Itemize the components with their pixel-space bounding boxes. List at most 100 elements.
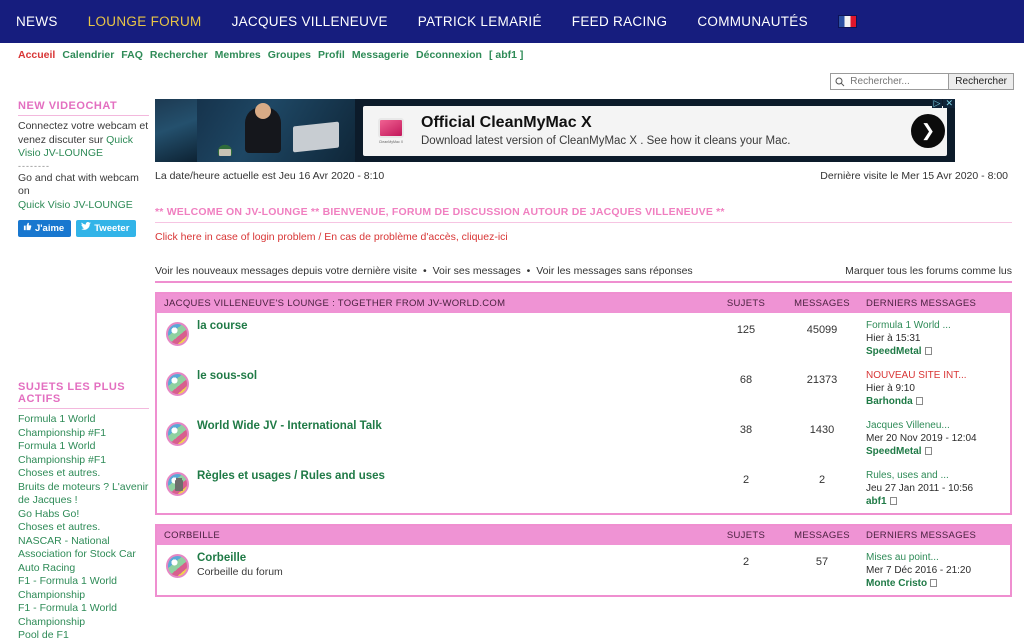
mark-all-read-link[interactable]: Marquer tous les forums comme lus — [845, 265, 1012, 277]
last-message-author-link[interactable]: abf1 — [866, 496, 887, 507]
active-topic-link[interactable]: Choses et autres. — [18, 521, 149, 535]
last-message-date: Jeu 27 Jan 2011 - 10:56 — [866, 483, 974, 494]
topnav-item-feed-racing[interactable]: FEED RACING — [572, 14, 668, 29]
last-message-author-link[interactable]: SpeedMetal — [866, 446, 922, 457]
forum-subject-count: 38 — [739, 424, 753, 436]
forum-subject-count: 2 — [742, 474, 750, 486]
forum-row-title-cell: le sous-sol — [197, 369, 706, 382]
forum-row-title-cell: Corbeille Corbeille du forum — [197, 551, 706, 578]
forum-last-message-cell: Mises au point... Mer 7 Déc 2016 - 21:20 M… — [858, 551, 1010, 590]
topnav-item-lounge-forum[interactable]: LOUNGE FORUM — [88, 14, 202, 29]
search-input[interactable] — [848, 74, 949, 89]
subnav-item-rechercher[interactable]: Rechercher — [150, 49, 208, 61]
forum-row-title-cell: la course — [197, 319, 706, 332]
last-message-topic-link[interactable]: Rules, uses and ... — [866, 469, 1010, 482]
forum-globe-icon — [165, 372, 189, 396]
forum-globe-icon — [165, 422, 189, 446]
forum-row-icon-cell — [157, 369, 197, 396]
adchoices-icon[interactable]: ▷ — [931, 99, 943, 108]
goto-last-post-icon[interactable] — [889, 497, 897, 505]
forum-name-link[interactable]: la course — [197, 320, 248, 332]
last-message-author-link[interactable]: SpeedMetal — [866, 346, 922, 357]
quick-visio-link-2[interactable]: Quick Visio JV-LOUNGE — [18, 199, 133, 211]
column-header-messages: MESSAGES — [794, 530, 850, 541]
subnav-item-calendrier[interactable]: Calendrier — [62, 49, 114, 61]
login-problem-link[interactable]: Click here in case of login problem / En… — [155, 231, 508, 243]
last-message-topic-link[interactable]: Jacques Villeneu... — [866, 419, 1010, 432]
forum-globe-icon — [165, 322, 189, 346]
facebook-like-button[interactable]: J'aime — [18, 220, 72, 237]
forum-name-link[interactable]: le sous-sol — [197, 370, 257, 382]
flag-france-icon[interactable] — [837, 15, 857, 28]
goto-last-post-icon[interactable] — [915, 397, 923, 405]
new-messages-link[interactable]: Voir les nouveaux messages depuis votre … — [155, 265, 417, 277]
twitter-share-button[interactable]: Tweeter — [76, 220, 137, 237]
ad-body[interactable]: CleanMyMac X Official CleanMyMac X Downl… — [363, 105, 947, 156]
subnav-item-groupes[interactable]: Groupes — [268, 49, 311, 61]
subnav-item-d-connexion[interactable]: Déconnexion — [416, 49, 482, 61]
laptop-icon — [293, 121, 339, 153]
forum-row[interactable]: le sous-sol 68 21373 NOUVEAU SITE INT... Hie… — [157, 363, 1010, 413]
subnav-item-accueil[interactable]: Accueil — [18, 49, 55, 61]
goto-last-post-icon[interactable] — [930, 579, 938, 587]
forum-last-message-cell: Rules, uses and ... Jeu 27 Jan 2011 - 10:… — [858, 469, 1010, 508]
topnav-item-communaut-s[interactable]: COMMUNAUTÉS — [697, 14, 808, 29]
active-topic-link[interactable]: F1 - Formula 1 World Championship — [18, 602, 149, 629]
last-message-topic-link[interactable]: Formula 1 World ... — [866, 319, 1010, 332]
active-topic-link[interactable]: Formula 1 World Championship #F1 — [18, 413, 149, 440]
subnav-item-faq[interactable]: FAQ — [121, 49, 143, 61]
ad-description: Download latest version of CleanMyMac X … — [421, 135, 791, 147]
active-topics-heading: SUJETS LES PLUS ACTIFS — [18, 381, 149, 409]
forum-name-link[interactable]: Règles et usages / Rules and uses — [197, 470, 385, 482]
topnav-item-patrick-lemari[interactable]: PATRICK LEMARIÉ — [418, 14, 542, 29]
topnav-item-jacques-villeneuve[interactable]: JACQUES VILLENEUVE — [232, 14, 388, 29]
forum-row[interactable]: Corbeille Corbeille du forum 2 57 Mises au p… — [157, 545, 1010, 595]
forum-row[interactable]: World Wide JV - International Talk 38 1430… — [157, 413, 1010, 463]
forum-name-link[interactable]: Corbeille — [197, 552, 246, 564]
subnav-item-messagerie[interactable]: Messagerie — [352, 49, 409, 61]
last-message-topic-link[interactable]: NOUVEAU SITE INT... — [866, 369, 1010, 382]
active-topic-link[interactable]: F1 - Formula 1 World Championship — [18, 575, 149, 602]
forum-section-title: JACQUES VILLENEUVE'S LOUNGE : TOGETHER F… — [164, 298, 506, 309]
subnav-item-membres[interactable]: Membres — [215, 49, 261, 61]
column-header-subjects: SUJETS — [726, 530, 766, 541]
forum-row[interactable]: Règles et usages / Rules and uses 2 2 Rules… — [157, 463, 1010, 513]
forum-sections: JACQUES VILLENEUVE'S LOUNGE : TOGETHER F… — [155, 292, 1012, 597]
ad-controls[interactable]: ▷ ✕ — [931, 99, 955, 108]
forum-name-link[interactable]: World Wide JV - International Talk — [197, 420, 382, 432]
quick-sep-1: • — [422, 265, 427, 277]
last-message-author-link[interactable]: Barhonda — [866, 396, 913, 407]
active-topic-link[interactable]: Formula 1 World Championship #F1 — [18, 440, 149, 467]
advertisement[interactable]: ▷ ✕ CleanMyMac X Official CleanMyMac X D… — [155, 99, 955, 162]
thumbs-up-icon — [23, 222, 32, 234]
active-topic-link[interactable]: Bruits de moteurs ? L'avenir de Jacques … — [18, 481, 149, 508]
ad-banner[interactable]: CleanMyMac X Official CleanMyMac X Downl… — [155, 99, 955, 162]
active-topic-link[interactable]: Pool de F1 — [18, 629, 149, 643]
ad-photo-person — [197, 99, 355, 162]
forum-row[interactable]: la course 125 45099 Formula 1 World ... Hier… — [157, 313, 1010, 363]
close-icon[interactable]: ✕ — [943, 99, 955, 108]
last-message-author-row: abf1 — [866, 495, 1010, 508]
last-message-topic-link[interactable]: Mises au point... — [866, 551, 1010, 564]
ad-photo-left — [155, 99, 197, 162]
search-box[interactable]: Rechercher — [830, 73, 1014, 90]
chevron-right-icon[interactable]: ❯ — [911, 113, 945, 148]
own-messages-link[interactable]: Voir ses messages — [433, 265, 521, 277]
unanswered-messages-link[interactable]: Voir les messages sans réponses — [536, 265, 692, 277]
topnav-item-news[interactable]: NEWS — [16, 14, 58, 29]
last-message-date: Mer 20 Nov 2019 - 12:04 — [866, 433, 977, 444]
column-header-last-messages: DERNIERS MESSAGES — [866, 298, 977, 309]
goto-last-post-icon[interactable] — [924, 347, 932, 355]
last-message-author-link[interactable]: Monte Cristo — [866, 578, 927, 589]
active-topic-link[interactable]: NASCAR - National Association for Stock … — [18, 535, 149, 576]
videochat-line3: Go and chat with webcam on — [18, 171, 139, 198]
goto-last-post-icon[interactable] — [924, 447, 932, 455]
forum-last-message-cell: Formula 1 World ... Hier à 15:31 SpeedMeta… — [858, 319, 1010, 358]
search-row: Rechercher — [0, 67, 1024, 90]
subnav-item-profil[interactable]: Profil — [318, 49, 345, 61]
active-topic-link[interactable]: Go Habs Go! — [18, 508, 149, 522]
left-sidebar: NEW VIDEOCHAT Connectez votre webcam et … — [0, 90, 155, 643]
search-submit-button[interactable]: Rechercher — [948, 74, 1013, 89]
active-topic-link[interactable]: Choses et autres. — [18, 467, 149, 481]
videochat-line2: venez discuter sur — [18, 133, 104, 146]
